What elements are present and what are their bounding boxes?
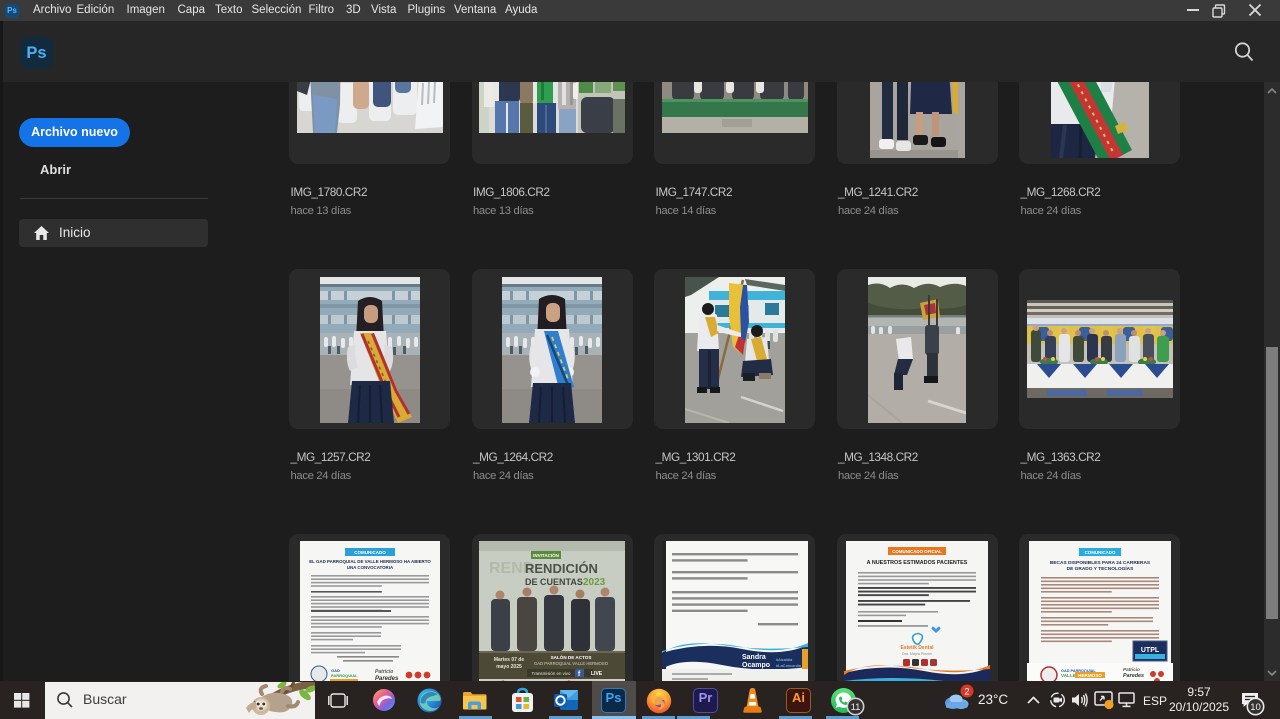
svg-text:#LaConcordia: #LaConcordia bbox=[776, 663, 802, 668]
svg-text:Patricio: Patricio bbox=[375, 669, 393, 675]
svg-text:HERMOSO: HERMOSO bbox=[1078, 673, 1102, 678]
svg-text:GAD PARROQUIAL VALLE HERMOSO: GAD PARROQUIAL VALLE HERMOSO bbox=[534, 661, 609, 666]
svg-text:UNA CONVOCATORIA: UNA CONVOCATORIA bbox=[346, 565, 393, 570]
svg-text:11: 11 bbox=[851, 702, 861, 713]
svg-text:Transmisión en vivo: Transmisión en vivo bbox=[532, 671, 571, 676]
svg-text:#Alcaldia: #Alcaldia bbox=[776, 657, 793, 662]
svg-text:UTPL: UTPL bbox=[1140, 647, 1159, 654]
svg-text:2: 2 bbox=[964, 686, 969, 696]
svg-text:Sandra: Sandra bbox=[742, 654, 766, 661]
svg-text:Martes 07 de: Martes 07 de bbox=[494, 657, 525, 663]
svg-text:COMUNICADO: COMUNICADO bbox=[1084, 550, 1115, 555]
svg-text:mayo 2025: mayo 2025 bbox=[496, 664, 522, 670]
svg-text:A NUESTROS ESTIMADOS PACIENTES: A NUESTROS ESTIMADOS PACIENTES bbox=[867, 560, 968, 566]
svg-text:LIVE: LIVE bbox=[591, 671, 603, 677]
svg-text:Paredes: Paredes bbox=[1123, 673, 1144, 679]
svg-text:Dra. Mayra Pinzón: Dra. Mayra Pinzón bbox=[902, 652, 932, 656]
svg-text:COMUNICADO OFICIAL: COMUNICADO OFICIAL bbox=[892, 549, 942, 554]
svg-text:SALÓN DE ACTOS: SALÓN DE ACTOS bbox=[551, 653, 592, 660]
svg-text:10: 10 bbox=[1250, 702, 1261, 713]
svg-text:COMUNICADO: COMUNICADO bbox=[354, 550, 386, 555]
svg-text:DE CUENTAS: DE CUENTAS bbox=[525, 577, 583, 587]
svg-text:PARROQUIAL: PARROQUIAL bbox=[331, 673, 358, 678]
svg-text:EL GAD PARROQUIAL DE VALLE HER: EL GAD PARROQUIAL DE VALLE HERMOSO HA AB… bbox=[309, 559, 431, 564]
svg-text:VALLE: VALLE bbox=[1061, 673, 1076, 678]
svg-text:Estetik Dental: Estetik Dental bbox=[900, 645, 934, 651]
svg-text:2023: 2023 bbox=[583, 577, 606, 588]
svg-text:BECAS DISPONIBLES PARA 24 CARR: BECAS DISPONIBLES PARA 24 CARRERAS bbox=[1049, 560, 1150, 566]
svg-text:Ocampo: Ocampo bbox=[742, 662, 770, 669]
svg-text:Patricio: Patricio bbox=[1123, 667, 1140, 672]
svg-text:INVITACIÓN: INVITACIÓN bbox=[533, 551, 559, 558]
svg-text:RENDICIÓN: RENDICIÓN bbox=[525, 561, 598, 576]
